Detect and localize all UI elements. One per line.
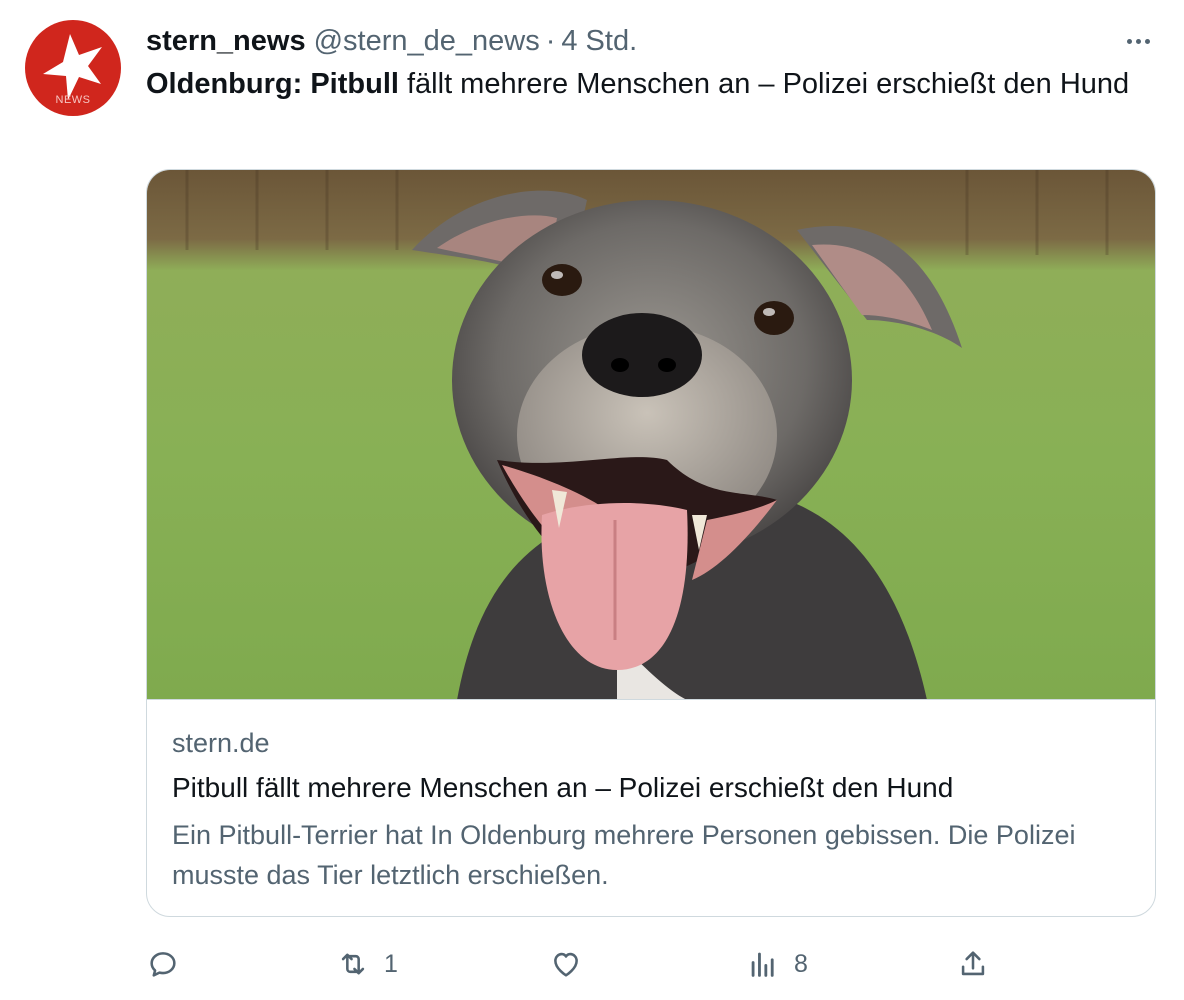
share-button[interactable]	[956, 942, 990, 986]
author-name[interactable]: stern_news	[146, 25, 306, 58]
retweet-count: 1	[384, 949, 398, 978]
card-domain[interactable]: stern.de	[172, 728, 270, 759]
share-icon	[961, 951, 985, 976]
tweet-text-rest: fällt mehrere Menschen an – Polizei ersc…	[407, 68, 1130, 100]
card-title[interactable]: Pitbull fällt mehrere Menschen an – Poli…	[172, 772, 1132, 804]
heart-icon	[554, 952, 578, 977]
timestamp[interactable]: 4 Std.	[561, 25, 637, 58]
views-button[interactable]: 8	[746, 942, 808, 986]
like-button[interactable]	[549, 942, 597, 986]
avatar-label: NEWS	[55, 94, 91, 106]
card-description: Ein Pitbull-Terrier hat In Oldenburg meh…	[172, 820, 1076, 890]
more-icon[interactable]	[1120, 26, 1156, 56]
card-image[interactable]	[147, 170, 1155, 700]
reply-button[interactable]	[146, 942, 194, 986]
tweet-header: stern_news @stern_de_news · 4 Std.	[146, 24, 637, 58]
author-handle[interactable]: @stern_de_news	[314, 25, 540, 58]
reply-icon	[150, 952, 176, 977]
views-count: 8	[794, 949, 808, 978]
retweet-icon	[341, 953, 365, 975]
avatar[interactable]: NEWS	[25, 20, 121, 116]
separator: ·	[545, 24, 556, 57]
views-icon	[751, 952, 774, 977]
link-card[interactable]: stern.de Pitbull fällt mehrere Menschen …	[146, 169, 1156, 917]
retweet-button[interactable]: 1	[336, 942, 398, 986]
tweet-text: Oldenburg: Pitbull fällt mehrere Mensche…	[146, 64, 1136, 105]
dog-photo	[147, 170, 1155, 699]
action-bar: 1 8	[146, 942, 1156, 986]
tweet-text-bold-subject: Pitbull	[310, 68, 399, 100]
tweet-text-bold-location: Oldenburg:	[146, 68, 303, 100]
